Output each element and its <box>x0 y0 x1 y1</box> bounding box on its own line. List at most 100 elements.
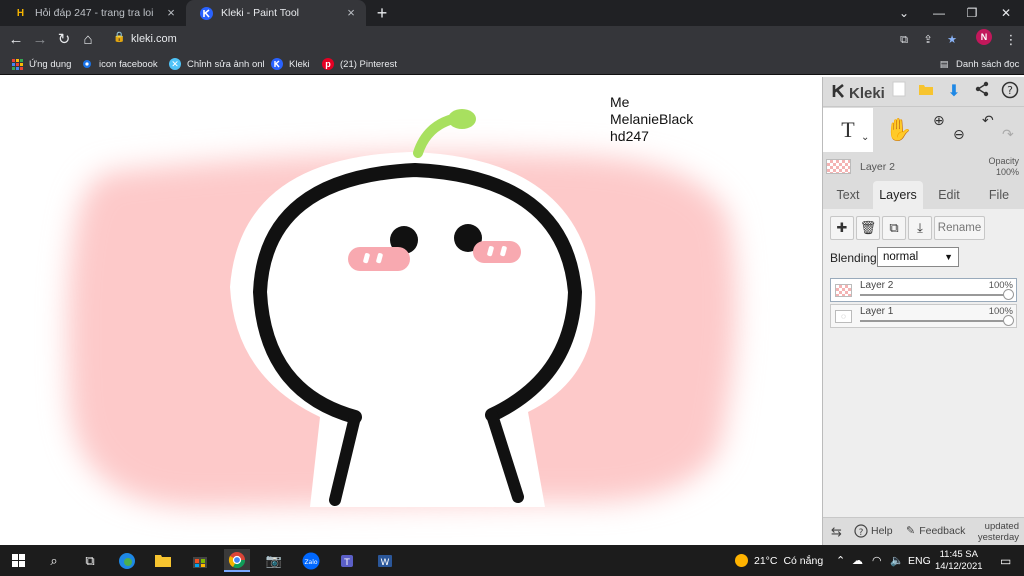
opacity-readout: Opacity 100% <box>988 156 1019 178</box>
bookmark-label: (21) Pinterest <box>340 58 398 70</box>
rename-button[interactable]: Rename <box>934 216 985 240</box>
layer-row[interactable]: Layer 2 100% <box>830 278 1017 302</box>
tab-title: Hỏi đáp 247 - trang tra loi <box>35 7 154 19</box>
help-link[interactable]: ? Help <box>854 524 893 538</box>
merge-layer-button[interactable]: ⤓ <box>908 216 932 240</box>
weather-widget[interactable]: 21°C Có nắng <box>735 545 823 576</box>
zalo-icon[interactable]: Zalo <box>298 549 324 572</box>
feedback-pen-icon: ✎ <box>906 525 916 537</box>
volume-icon[interactable]: 🔈 <box>890 545 904 576</box>
bookmark-chinh-sua-anh[interactable]: ✕ Chỉnh sửa ảnh onl <box>169 53 265 75</box>
layer-row[interactable]: ◌ Layer 1 100% <box>830 304 1017 328</box>
canvas-text-line: hd247 <box>610 128 649 144</box>
tool-bar: T ⌄ ✋ ⊕ ⊖ ↶ ↷ <box>823 108 1024 152</box>
delete-layer-button[interactable]: 🗑 <box>856 216 880 240</box>
profile-avatar[interactable]: N <box>976 29 992 45</box>
zoom-in-icon[interactable]: ⊕ <box>933 98 945 142</box>
tab-text[interactable]: Text <box>825 181 871 209</box>
wifi-icon[interactable]: ◠ <box>872 545 882 576</box>
teams-icon[interactable]: T <box>335 549 361 572</box>
kleki-logo[interactable]: Kleki <box>831 83 885 104</box>
new-image-icon[interactable] <box>888 81 910 103</box>
reload-icon[interactable]: ↻ <box>54 30 74 50</box>
close-tab-icon[interactable]: × <box>164 6 178 20</box>
opacity-label: Opacity <box>988 156 1019 166</box>
chrome-icon[interactable] <box>224 549 250 572</box>
reading-list-icon: ▤ <box>939 58 949 69</box>
text-tool[interactable]: T ⌄ <box>823 108 873 152</box>
language-indicator[interactable]: ENG <box>908 545 931 576</box>
duplicate-layer-button[interactable]: ⧉ <box>882 216 906 240</box>
opacity-value: 100% <box>995 167 1019 177</box>
update-status[interactable]: updated yesterday <box>978 521 1019 543</box>
kleki-sidebar: Kleki ⬇ ? T⌄ ✋ ⊕ ⊖ ↶ ↷ Layer 2 Opacity <box>822 77 1024 545</box>
screen: { "browser": { "tabs": [ {"title": "Hỏi … <box>0 0 1024 576</box>
bookmark-label: Chỉnh sửa ảnh onl <box>187 58 265 70</box>
search-icon[interactable]: ⌕ <box>41 549 67 572</box>
slider-knob[interactable] <box>1003 289 1014 300</box>
word-icon[interactable]: W <box>372 549 398 572</box>
start-windows-icon[interactable] <box>5 549 31 572</box>
task-view-icon[interactable]: ⧉ <box>77 549 103 572</box>
tab-search-chevron-icon[interactable]: ⌄ <box>894 4 914 22</box>
add-layer-button[interactable]: ✚ <box>830 216 854 240</box>
tab-edit[interactable]: Edit <box>926 181 972 209</box>
tab-hoidap[interactable]: H Hỏi đáp 247 - trang tra loi × <box>0 0 186 26</box>
sprout-leaf <box>448 109 476 129</box>
help-icon[interactable]: ? <box>999 81 1021 103</box>
store-icon[interactable] <box>187 549 213 572</box>
blending-value: normal <box>883 251 919 263</box>
hand-icon: ✋ <box>885 117 913 142</box>
bookmark-icon-facebook[interactable]: icon facebook <box>81 53 158 75</box>
redo-icon[interactable]: ↷ <box>1002 112 1014 156</box>
menu-kebab-icon[interactable]: ⋮ <box>1001 30 1021 50</box>
layer-opacity-slider[interactable] <box>860 320 1008 322</box>
restore-icon[interactable]: ❐ <box>962 4 982 22</box>
edge-icon[interactable] <box>114 549 140 572</box>
panel-footer: ⇆ ? Help ✎ Feedback updated yesterday <box>823 517 1024 545</box>
swap-sides-icon[interactable]: ⇆ <box>831 524 842 540</box>
kleki-logo-icon <box>831 83 847 104</box>
zoom-out-icon[interactable]: ⊖ <box>953 112 965 156</box>
translate-icon[interactable]: ⧉ <box>896 32 912 48</box>
drawing-canvas[interactable]: Me MelanieBlack hd247 <box>0 77 822 545</box>
tab-title: Kleki - Paint Tool <box>221 7 300 19</box>
update-line-2: yesterday <box>977 532 1019 543</box>
undo-icon[interactable]: ↶ <box>982 98 994 142</box>
tab-kleki[interactable]: Kleki - Paint Tool × <box>186 0 366 26</box>
address-bar[interactable]: 🔒 kleki.com ⧉ ⇪ ★ <box>104 29 1024 50</box>
close-tab-icon[interactable]: × <box>344 6 358 20</box>
show-hidden-icons-chevron-icon[interactable]: ⌃ <box>836 545 845 576</box>
minimize-icon[interactable]: — <box>929 4 949 22</box>
forward-icon[interactable]: → <box>30 30 50 50</box>
save-download-icon[interactable]: ⬇ <box>943 81 965 103</box>
camera-icon[interactable]: 📷 <box>261 549 287 572</box>
tab-layers[interactable]: Layers <box>873 181 923 209</box>
blending-select[interactable]: normal ▼ <box>877 247 959 267</box>
clock-date: 14/12/2021 <box>935 560 983 572</box>
file-explorer-icon[interactable] <box>150 549 176 572</box>
bookmark-star-icon[interactable]: ★ <box>944 32 960 48</box>
share-icon[interactable]: ⇪ <box>920 32 936 48</box>
bookmark-pinterest[interactable]: p (21) Pinterest <box>322 53 397 75</box>
apps-grid-icon <box>11 58 23 70</box>
slider-knob[interactable] <box>1003 315 1014 326</box>
cloud-icon[interactable]: ☁ <box>852 545 863 576</box>
bookmark-kleki[interactable]: Kleki <box>271 53 310 75</box>
hand-tool[interactable]: ✋ <box>875 108 923 152</box>
bookmark-label: Ứng dụng <box>29 58 72 70</box>
clock[interactable]: 11:45 SA 14/12/2021 <box>935 545 983 576</box>
reading-list[interactable]: ▤ Danh sách đọc <box>938 53 1020 75</box>
layer-opacity-slider[interactable] <box>860 294 1008 296</box>
home-icon[interactable]: ⌂ <box>78 30 98 50</box>
new-tab-button[interactable]: + <box>373 4 391 22</box>
browser-tab-strip: H Hỏi đáp 247 - trang tra loi × Kleki - … <box>0 0 1024 26</box>
close-window-icon[interactable]: ✕ <box>996 4 1016 22</box>
weather-description: Có nắng <box>783 554 824 567</box>
tab-file[interactable]: File <box>975 181 1023 209</box>
back-icon[interactable]: ← <box>6 30 26 50</box>
feedback-link[interactable]: ✎ Feedback <box>906 524 965 538</box>
bookmark-apps[interactable]: Ứng dụng <box>11 53 71 75</box>
notifications-icon[interactable]: ▭ <box>1000 545 1011 576</box>
kleki-header: Kleki ⬇ ? <box>823 77 1024 107</box>
